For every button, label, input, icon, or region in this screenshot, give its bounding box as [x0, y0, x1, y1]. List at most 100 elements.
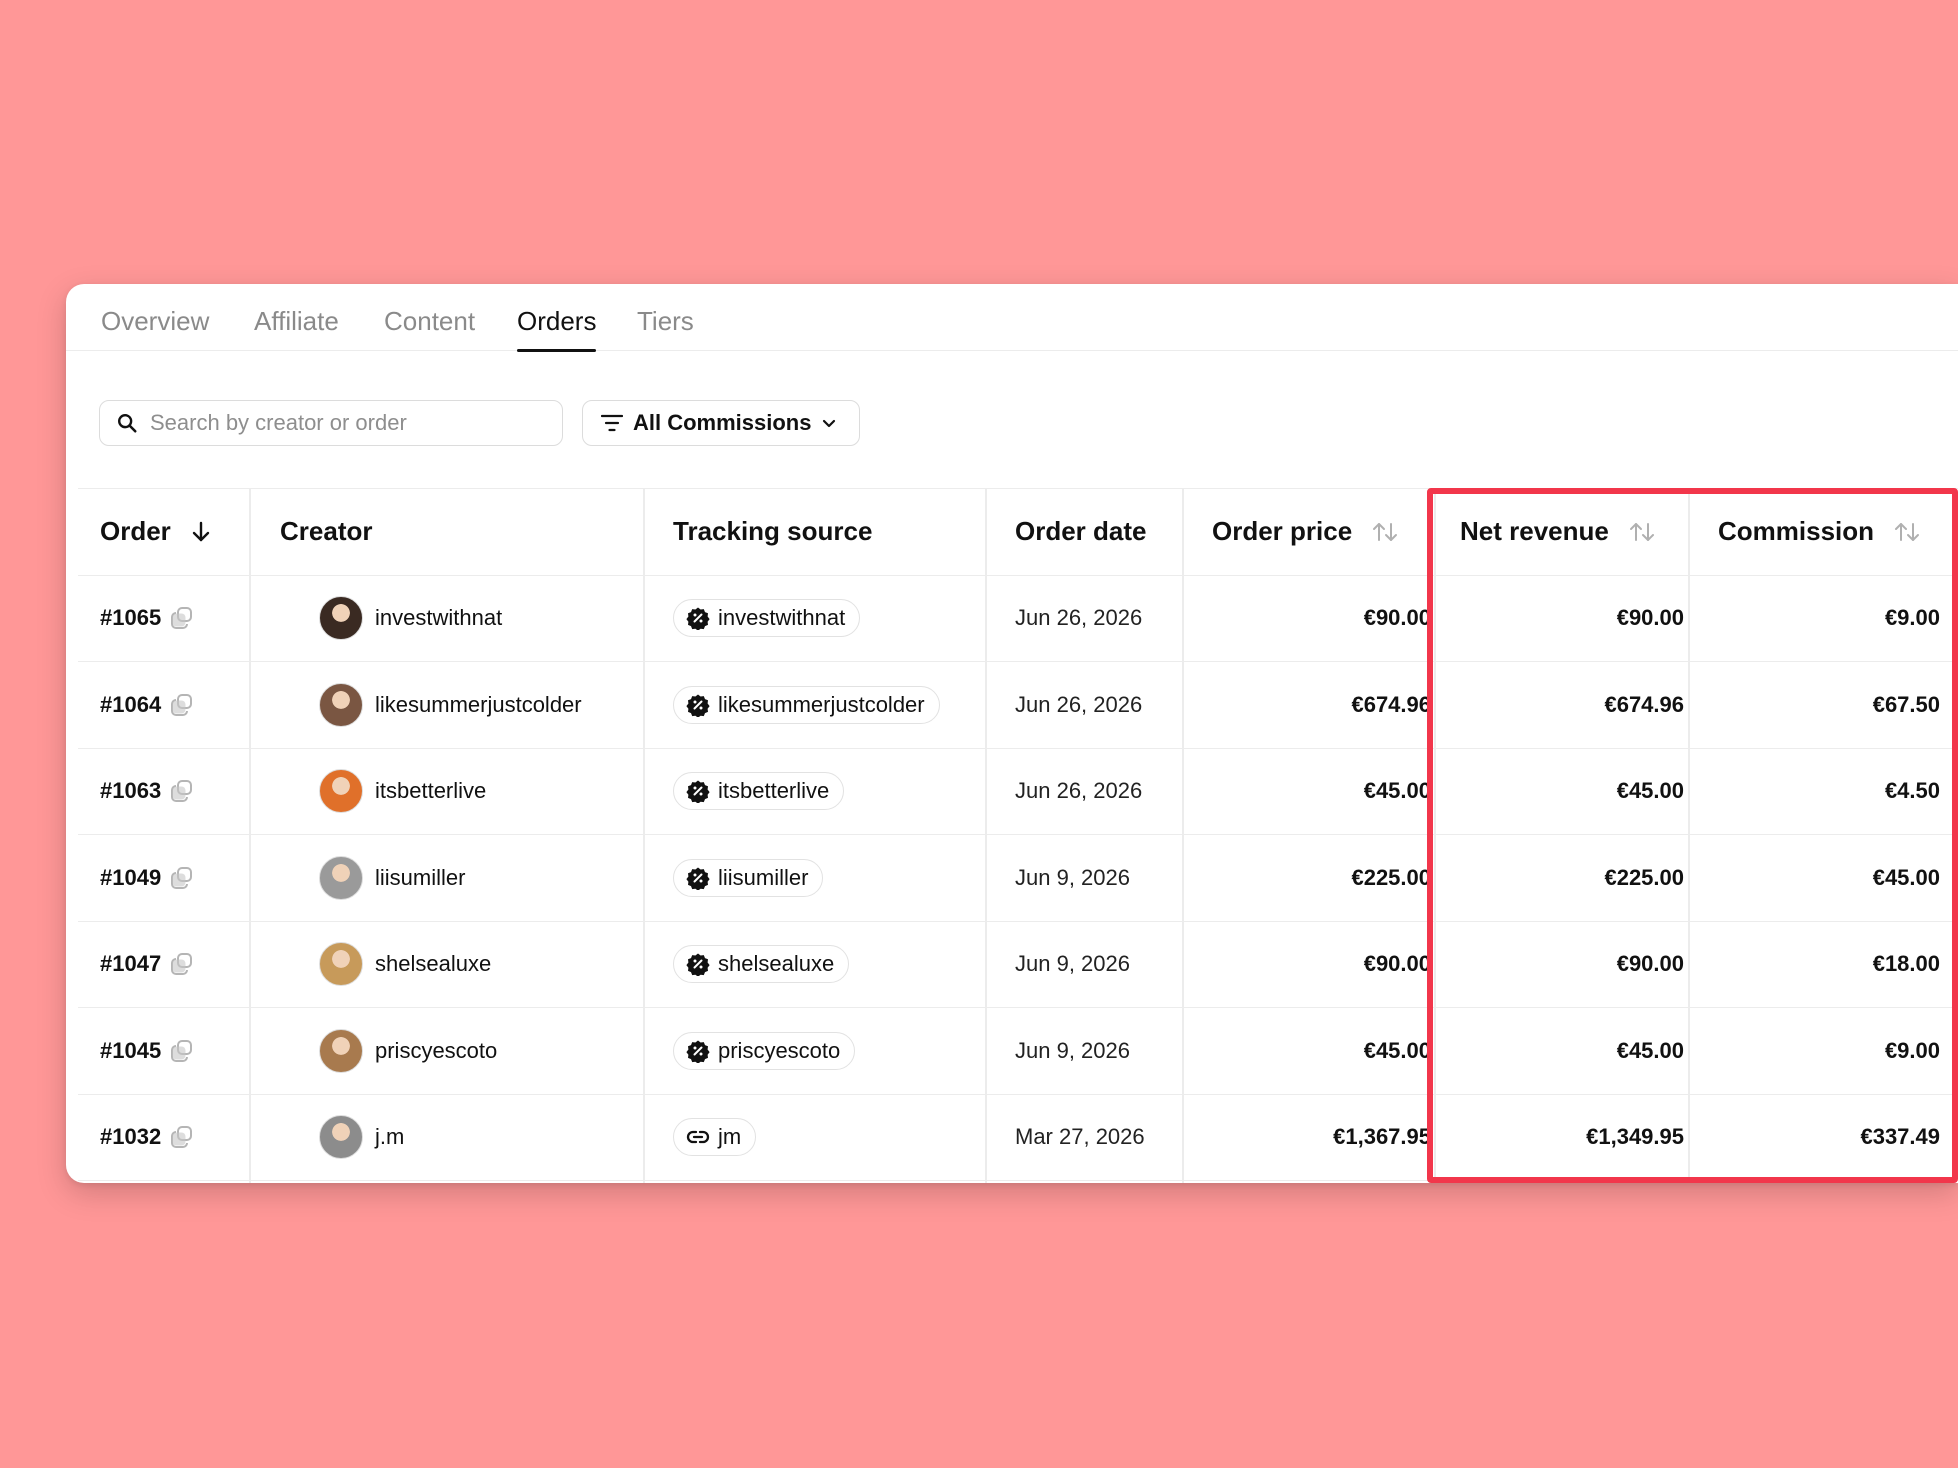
avatar	[319, 855, 363, 900]
table-row[interactable]: #1065 investwithnat investwithnat Jun 26…	[78, 576, 1958, 662]
header-order-label: Order	[100, 516, 171, 547]
tracking-source-chip[interactable]: liisumiller	[673, 858, 824, 897]
order-cell: #1032	[100, 1095, 195, 1181]
table-row[interactable]: #1049 liisumiller liisumiller Jun 9, 202…	[78, 835, 1958, 922]
commission: €9.00	[1884, 605, 1940, 631]
tracking-source-cell: jm	[673, 1095, 757, 1181]
tracking-source-chip[interactable]: shelsealuxe	[673, 945, 850, 984]
net-revenue: €225.00	[1604, 864, 1684, 890]
coupon-icon	[686, 953, 710, 977]
tab-content[interactable]: Content	[384, 306, 475, 351]
copy-icon[interactable]	[169, 778, 195, 804]
net-revenue: €90.00	[1616, 951, 1684, 977]
net-revenue: €90.00	[1616, 605, 1684, 631]
tracking-source-chip[interactable]: itsbetterlive	[673, 772, 845, 811]
order-id[interactable]: #1065	[100, 605, 161, 631]
header-creator[interactable]: Creator	[280, 489, 372, 575]
tracking-source-chip[interactable]: investwithnat	[673, 599, 861, 638]
search-box[interactable]	[99, 400, 563, 446]
order-cell: #1049	[100, 835, 195, 921]
creator-cell[interactable]: liisumiller	[319, 835, 465, 921]
tracking-source-label: investwithnat	[718, 605, 846, 631]
tab-tiers[interactable]: Tiers	[637, 306, 694, 351]
header-commission[interactable]: Commission	[1718, 489, 1920, 575]
header-order[interactable]: Order	[100, 489, 211, 575]
order-price: €45.00	[1363, 1037, 1431, 1063]
order-id[interactable]: #1032	[100, 1124, 161, 1150]
tracking-source-cell: priscyescoto	[673, 1008, 856, 1094]
creator-cell[interactable]: shelsealuxe	[319, 922, 491, 1008]
header-commission-label: Commission	[1718, 516, 1875, 547]
net-revenue: €45.00	[1616, 1037, 1684, 1063]
chevron-down-icon	[823, 419, 836, 428]
coupon-icon	[686, 780, 710, 804]
commission: €67.50	[1872, 691, 1940, 717]
tab-bar: Overview Affiliate Content Orders Tiers	[66, 284, 1958, 352]
creator-cell[interactable]: itsbetterlive	[319, 749, 486, 835]
search-icon	[118, 414, 137, 433]
header-net-revenue-label: Net revenue	[1460, 516, 1609, 547]
orders-panel: Overview Affiliate Content Orders Tiers …	[66, 284, 1958, 1183]
sort-icon[interactable]	[1372, 521, 1398, 543]
creator-cell[interactable]: priscyescoto	[319, 1008, 497, 1094]
tracking-source-label: likesummerjustcolder	[718, 691, 925, 717]
order-date: Mar 27, 2026	[1015, 1124, 1145, 1150]
creator-name: shelsealuxe	[375, 951, 492, 977]
tracking-source-cell: itsbetterlive	[673, 749, 845, 835]
creator-name: liisumiller	[375, 864, 466, 890]
header-order-date[interactable]: Order date	[1015, 489, 1147, 575]
coupon-icon	[686, 867, 710, 890]
commission-filter-button[interactable]: All Commissions	[582, 400, 860, 446]
order-price: €90.00	[1363, 605, 1431, 631]
table-row[interactable]: #1063 itsbetterlive itsbetterlive Jun 26…	[78, 749, 1958, 835]
tab-overview[interactable]: Overview	[101, 306, 209, 351]
order-price: €45.00	[1363, 778, 1431, 804]
commission: €45.00	[1872, 864, 1940, 890]
copy-icon[interactable]	[169, 1124, 195, 1150]
copy-icon[interactable]	[169, 865, 195, 891]
order-date: Jun 9, 2026	[1015, 951, 1130, 977]
commission: €4.50	[1884, 778, 1940, 804]
tracking-source-label: jm	[718, 1124, 742, 1150]
order-id[interactable]: #1045	[100, 1038, 161, 1064]
copy-icon[interactable]	[169, 951, 195, 977]
creator-name: itsbetterlive	[375, 778, 487, 804]
order-id[interactable]: #1049	[100, 865, 161, 891]
copy-icon[interactable]	[169, 1038, 195, 1064]
header-order-price[interactable]: Order price	[1212, 489, 1398, 575]
tracking-source-chip[interactable]: likesummerjustcolder	[673, 685, 940, 724]
tracking-source-cell: liisumiller	[673, 835, 824, 921]
tracking-source-label: priscyescoto	[718, 1037, 841, 1063]
order-price: €90.00	[1363, 951, 1431, 977]
filter-label: All Commissions	[633, 410, 812, 435]
net-revenue: €45.00	[1616, 778, 1684, 804]
creator-cell[interactable]: likesummerjustcolder	[319, 662, 582, 748]
table-row[interactable]: #1064 likesummerjustcolder likesummerjus…	[78, 662, 1958, 749]
header-tracking-source[interactable]: Tracking source	[673, 489, 872, 575]
tab-affiliate[interactable]: Affiliate	[254, 306, 339, 351]
table-row[interactable]: #1032 j.m jm Mar 27, 2026 €1,367.95 €1,3…	[78, 1095, 1958, 1181]
tracking-source-chip[interactable]: priscyescoto	[673, 1031, 856, 1070]
tracking-source-chip[interactable]: jm	[673, 1118, 757, 1157]
order-cell: #1064	[100, 662, 195, 748]
copy-icon[interactable]	[169, 692, 195, 718]
order-price: €674.96	[1351, 691, 1431, 717]
copy-icon[interactable]	[169, 605, 195, 631]
table-row[interactable]: #1045 priscyescoto priscyescoto Jun 9, 2…	[78, 1008, 1958, 1095]
creator-name: investwithnat	[375, 605, 503, 631]
creator-cell[interactable]: j.m	[319, 1095, 404, 1181]
sort-desc-icon[interactable]	[191, 521, 211, 543]
tracking-source-label: liisumiller	[718, 864, 809, 890]
sort-icon[interactable]	[1894, 521, 1920, 543]
order-id[interactable]: #1063	[100, 778, 161, 804]
order-id[interactable]: #1064	[100, 692, 161, 718]
order-id[interactable]: #1047	[100, 951, 161, 977]
search-input[interactable]	[150, 410, 550, 436]
order-date: Jun 26, 2026	[1015, 691, 1143, 717]
table-row[interactable]: #1047 shelsealuxe shelsealuxe Jun 9, 202…	[78, 922, 1958, 1008]
tab-orders[interactable]: Orders	[517, 306, 597, 352]
order-cell: #1065	[100, 576, 195, 662]
sort-icon[interactable]	[1629, 521, 1655, 543]
creator-cell[interactable]: investwithnat	[319, 576, 502, 662]
header-net-revenue[interactable]: Net revenue	[1460, 489, 1655, 575]
